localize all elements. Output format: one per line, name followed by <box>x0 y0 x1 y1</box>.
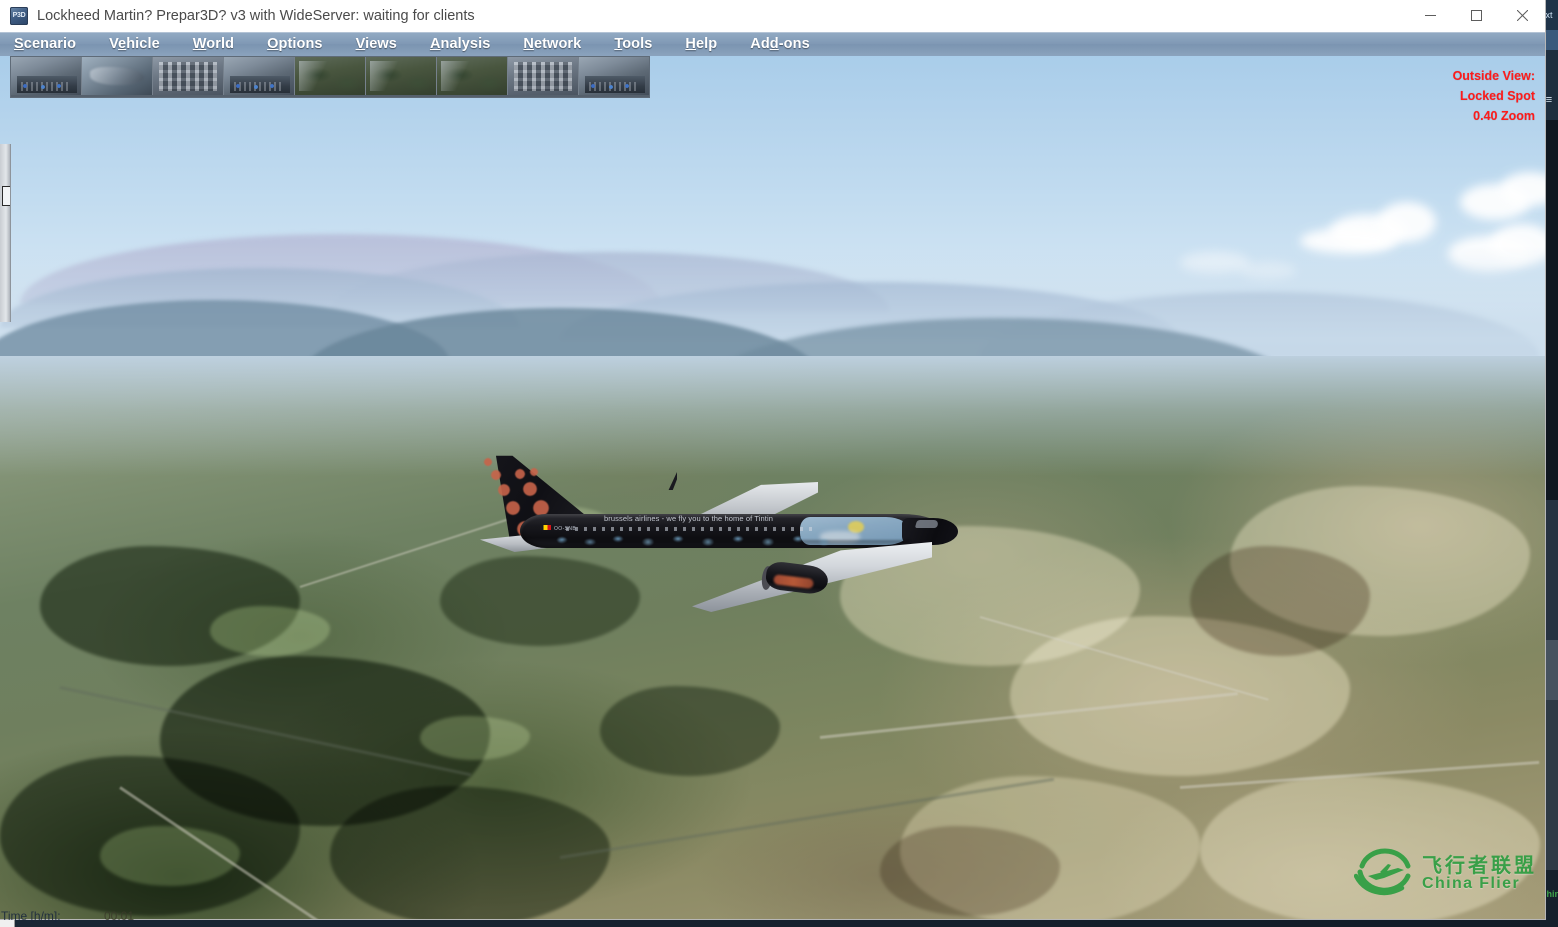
simulation-viewport[interactable]: OO-SNB brussels airlines - we fly you to… <box>0 56 1545 919</box>
aircraft-cabin-windows <box>566 527 814 531</box>
menu-network-rest: etwork <box>533 36 582 52</box>
background-status-value: 00:01 <box>104 909 135 923</box>
p3d-icon <box>10 6 28 25</box>
menu-addons[interactable]: Add-ons <box>750 36 810 52</box>
menu-tools-rest: ools <box>622 36 653 52</box>
menu-scenario[interactable]: Scenario <box>14 36 76 52</box>
aircraft-belly-shadow <box>560 540 910 549</box>
menu-vehicle-rest: hicle <box>126 36 160 52</box>
belgium-flag-icon <box>540 525 551 530</box>
menubar: Scenario Vehicle World Options Views Ana… <box>0 32 1545 56</box>
menu-analysis[interactable]: Analysis <box>430 36 490 52</box>
view-thumbnail-cockpit-right[interactable] <box>579 57 649 95</box>
maximize-button[interactable] <box>1453 0 1499 31</box>
close-button[interactable] <box>1499 0 1545 31</box>
menu-vehicle[interactable]: Vehicle <box>109 36 160 52</box>
menu-views[interactable]: Views <box>356 36 397 52</box>
view-hud: Outside View: Locked Spot 0.40 Zoom <box>1453 66 1535 126</box>
hud-view-label: Outside View: <box>1452 69 1535 83</box>
view-thumbnail-main-instrument-panel[interactable] <box>224 57 295 95</box>
aircraft-registration: OO-SNB <box>554 526 577 532</box>
menu-help-rest: elp <box>696 36 718 52</box>
menu-scenario-rest: cenario <box>23 36 77 52</box>
background-status-label: Time [h/m]: <box>1 909 61 923</box>
view-thumbnail-top-down-left[interactable] <box>295 57 366 95</box>
dialog-button-sliver[interactable] <box>2 186 10 206</box>
aircraft-cockpit-windows <box>914 520 940 528</box>
background-status-line: Time [h/m]: 00:01 <box>0 907 160 927</box>
menu-network[interactable]: Network <box>523 36 581 52</box>
view-thumbnail-pedestal-view[interactable] <box>508 57 579 95</box>
aircraft-far-winglet <box>668 472 677 490</box>
prepar3d-window: Lockheed Martin? Prepar3D? v3 with WideS… <box>0 0 1545 919</box>
view-preview-strip[interactable] <box>10 56 650 98</box>
user-aircraft: OO-SNB brussels airlines - we fly you to… <box>470 454 970 614</box>
view-thumbnail-exterior-forward[interactable] <box>82 57 153 95</box>
view-thumbnail-virtual-cockpit-left[interactable] <box>11 57 82 95</box>
aircraft-livery-title: brussels airlines - we fly you to the ho… <box>604 514 774 523</box>
hud-zoom: 0.40 Zoom <box>1473 109 1535 123</box>
menu-world[interactable]: World <box>193 36 234 52</box>
titlebar[interactable]: Lockheed Martin? Prepar3D? v3 with WideS… <box>0 0 1545 32</box>
menu-addons-rest: -ons <box>778 36 810 52</box>
menu-help[interactable]: Help <box>685 36 717 52</box>
menu-views-rest: iews <box>365 36 397 52</box>
menu-analysis-rest: nalysis <box>440 36 491 52</box>
view-thumbnail-top-down-center[interactable] <box>366 57 437 95</box>
view-thumbnail-top-down-right[interactable] <box>437 57 508 95</box>
window-controls <box>1407 0 1545 31</box>
background-dialog-sliver[interactable] <box>0 144 11 322</box>
screen: xt ≡ r: China Flier D T Ta Cl Di Ti N d … <box>0 0 1558 927</box>
menu-world-rest: orld <box>206 36 235 52</box>
view-thumbnail-overhead-panel[interactable] <box>153 57 224 95</box>
hud-view-mode: Locked Spot <box>1459 89 1535 103</box>
menu-tools[interactable]: Tools <box>614 36 652 52</box>
menu-options-rest: ptions <box>278 36 323 52</box>
menu-options[interactable]: Options <box>267 36 322 52</box>
window-title: Lockheed Martin? Prepar3D? v3 with WideS… <box>37 7 475 24</box>
minimize-button[interactable] <box>1407 0 1453 31</box>
